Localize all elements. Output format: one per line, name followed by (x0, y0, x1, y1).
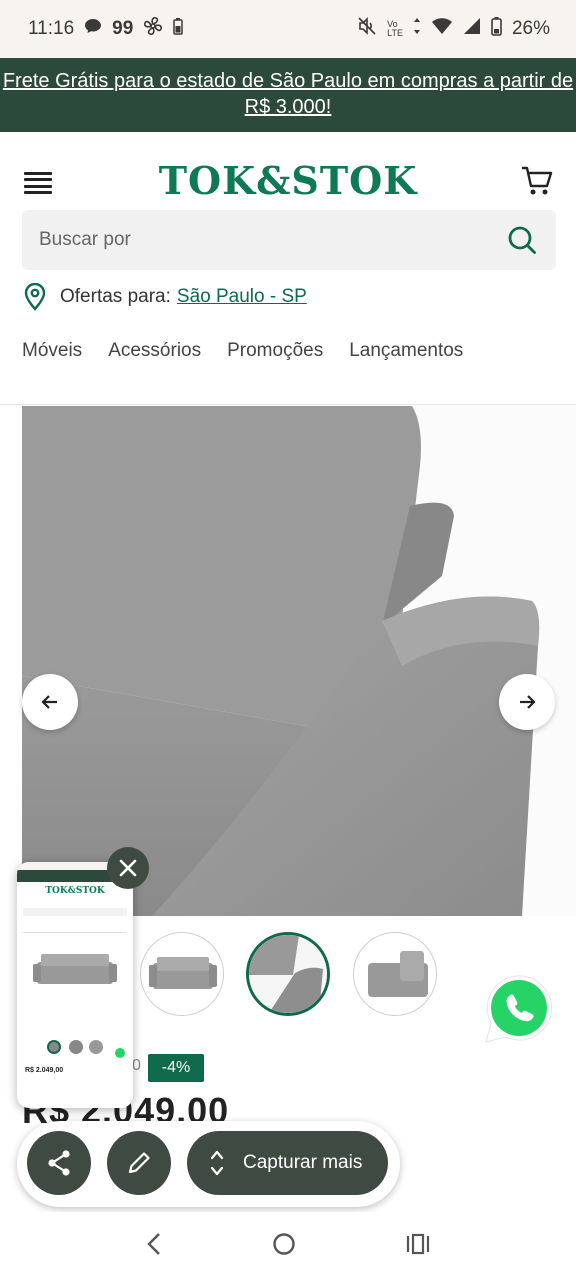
whatsapp-button[interactable] (482, 972, 556, 1046)
free-shipping-banner[interactable]: Frete Grátis para o estado de São Paulo … (0, 58, 576, 132)
home-icon[interactable] (272, 1232, 296, 1261)
share-button[interactable] (27, 1131, 91, 1195)
status-bar: 11:16 99 Vo LTE 26% (0, 0, 576, 58)
nav-item-acessorios[interactable]: Acessórios (108, 340, 201, 362)
volte-icon: Vo LTE (387, 19, 403, 38)
carousel-prev-button[interactable] (22, 674, 78, 730)
carousel-next-button[interactable] (499, 674, 555, 730)
thumbnail-side[interactable] (353, 932, 437, 1016)
search-input[interactable] (39, 229, 499, 251)
recents-icon[interactable] (406, 1233, 430, 1260)
search-icon[interactable] (506, 224, 538, 256)
thumbnail-front[interactable] (140, 932, 224, 1016)
thumbnail-detail[interactable] (246, 932, 330, 1016)
pinwheel-icon (143, 16, 163, 42)
chat-bubble-icon (84, 18, 102, 40)
category-nav: Móveis Acessórios Promoções Lançamentos (22, 340, 463, 362)
capture-more-label: Capturar mais (243, 1152, 363, 1173)
notification-count: 99 (112, 18, 134, 39)
location-selector[interactable]: Ofertas para: São Paulo - SP (22, 282, 307, 312)
edit-button[interactable] (107, 1131, 171, 1195)
mute-icon (357, 17, 377, 41)
nav-item-promocoes[interactable]: Promoções (227, 340, 323, 362)
close-preview-button[interactable] (107, 847, 149, 889)
location-pin-icon (22, 282, 48, 311)
status-time: 11:16 (28, 18, 75, 39)
expand-icon (210, 1150, 224, 1176)
old-price-fragment: 0 (132, 1057, 141, 1074)
nav-item-lancamentos[interactable]: Lançamentos (349, 340, 463, 362)
capture-more-button[interactable]: Capturar mais (187, 1131, 388, 1195)
battery-icon (491, 16, 502, 42)
system-navigation-bar (0, 1212, 576, 1280)
status-right: Vo LTE 26% (357, 16, 550, 42)
pencil-icon (128, 1152, 150, 1174)
nav-item-moveis[interactable]: Móveis (22, 340, 82, 362)
nav-divider (0, 404, 576, 405)
data-arrows-icon (413, 17, 421, 41)
arrow-right-icon (520, 695, 536, 709)
cart-icon[interactable] (520, 164, 554, 198)
preview-logo: TOK&STOK (45, 886, 105, 896)
back-icon[interactable] (146, 1232, 162, 1261)
whatsapp-icon (485, 975, 553, 1043)
banner-text[interactable]: Frete Grátis para o estado de São Paulo … (3, 70, 573, 118)
location-city-link[interactable]: São Paulo - SP (177, 286, 307, 308)
arrow-left-icon (41, 695, 57, 709)
discount-badge: -4% (148, 1054, 204, 1082)
preview-price: R$ 2.049,00 (25, 1067, 64, 1074)
signal-icon (463, 17, 481, 41)
share-icon (48, 1150, 70, 1176)
battery-small-icon (173, 17, 184, 41)
location-label: Ofertas para: (60, 286, 171, 307)
screenshot-preview[interactable]: TOK&STOK R$ 2.049,00 (17, 862, 133, 1108)
screenshot-toolbar: Capturar mais (17, 1121, 400, 1207)
status-left: 11:16 99 (28, 16, 184, 42)
battery-percent: 26% (511, 18, 550, 39)
wifi-icon (431, 17, 453, 41)
close-icon (119, 859, 137, 877)
store-logo[interactable]: TOK&STOK (0, 158, 576, 203)
product-image[interactable] (22, 406, 576, 916)
search-bar[interactable] (22, 210, 556, 270)
